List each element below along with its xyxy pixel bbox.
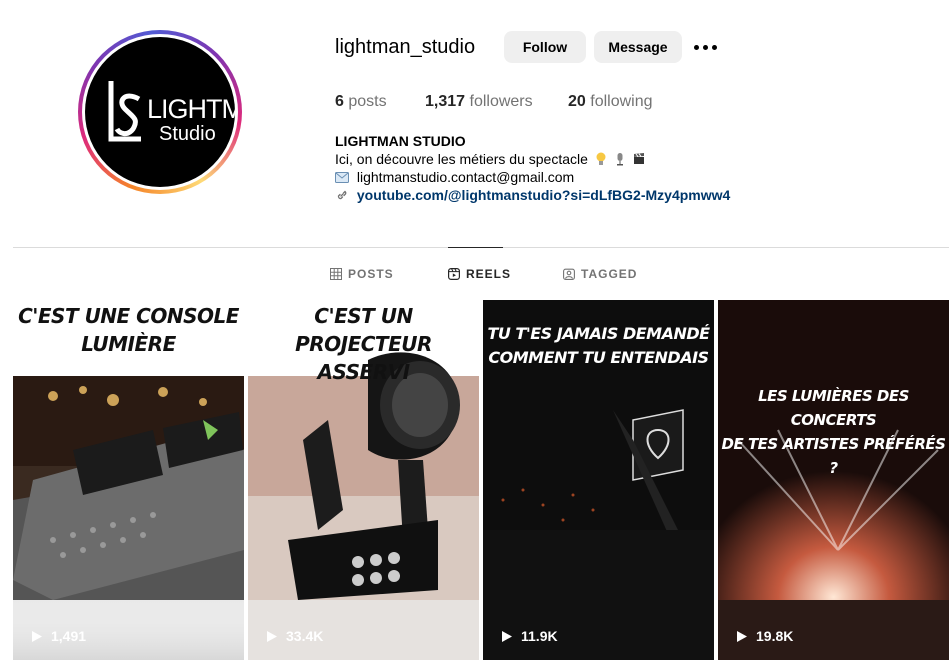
play-icon bbox=[737, 630, 747, 642]
reel-thumbnail-concert-lights bbox=[718, 300, 949, 660]
followers-count: 1,317 bbox=[425, 93, 466, 110]
logo-text-main: LIGHTMAN bbox=[147, 94, 235, 124]
play-icon bbox=[32, 630, 42, 642]
reel-caption-line2: ASSERVI bbox=[317, 360, 410, 384]
following-stat[interactable]: 20 following bbox=[568, 93, 653, 111]
following-count: 20 bbox=[568, 93, 586, 110]
message-button[interactable]: Message bbox=[594, 31, 682, 63]
tab-tagged[interactable]: TAGGED bbox=[563, 267, 637, 281]
reel-caption-line2: COMMENT TU ENTENDAIS bbox=[488, 348, 709, 367]
reel-item[interactable]: TU T'ES JAMAIS DEMANDÉ COMMENT TU ENTEND… bbox=[483, 300, 714, 660]
reel-views-count: 33.4K bbox=[286, 628, 324, 644]
profile-username: lightman_studio bbox=[335, 36, 476, 58]
reel-caption-line1: LES LUMIÈRES DES CONCERTS bbox=[758, 387, 909, 429]
bio-email-line: lightmanstudio.contact@gmail.com bbox=[335, 168, 730, 186]
active-tab-indicator bbox=[448, 247, 503, 248]
reel-views-count: 11.9K bbox=[521, 628, 558, 644]
tab-posts-label: POSTS bbox=[348, 267, 394, 281]
reels-icon bbox=[448, 268, 460, 280]
reel-item[interactable]: C'EST UN PROJECTEUR ASSERVI 33.4K bbox=[248, 300, 479, 660]
posts-count: 6 bbox=[335, 93, 344, 110]
reel-views: 19.8K bbox=[736, 628, 793, 644]
reel-caption: C'EST UNE CONSOLE LUMIÈRE bbox=[13, 302, 244, 358]
followers-stat[interactable]: 1,317 followers bbox=[425, 93, 533, 111]
bio-text: Ici, on découvre les métiers du spectacl… bbox=[335, 151, 588, 167]
clapperboard-icon bbox=[633, 153, 644, 164]
reel-caption: LES LUMIÈRES DES CONCERTS DE TES ARTISTE… bbox=[718, 384, 949, 480]
tab-reels-label: REELS bbox=[466, 267, 512, 281]
tab-posts[interactable]: POSTS bbox=[330, 267, 394, 281]
bio-email: lightmanstudio.contact@gmail.com bbox=[356, 169, 575, 185]
lightbulb-icon bbox=[596, 152, 606, 165]
bio-link[interactable]: youtube.com/@lightmanstudio?si=dLfBG2-Mz… bbox=[357, 187, 730, 203]
logo-mark-icon bbox=[108, 81, 141, 142]
more-options-icon[interactable] bbox=[694, 40, 718, 54]
reel-views-count: 19.8K bbox=[756, 628, 794, 644]
reel-item[interactable]: C'EST UNE CONSOLE LUMIÈRE 1,491 bbox=[13, 300, 244, 660]
play-icon bbox=[267, 630, 277, 642]
reel-caption-line1: C'EST UNE CONSOLE bbox=[18, 304, 239, 328]
reel-caption-line1: TU T'ES JAMAIS DEMANDÉ bbox=[487, 324, 710, 343]
reel-views: 33.4K bbox=[266, 628, 323, 644]
profile-avatar-ring[interactable]: LIGHTMAN Studio bbox=[78, 30, 242, 194]
bio-name: LIGHTMAN STUDIO bbox=[335, 133, 466, 149]
reel-item[interactable]: LES LUMIÈRES DES CONCERTS DE TES ARTISTE… bbox=[718, 300, 949, 660]
bio-link-line: youtube.com/@lightmanstudio?si=dLfBG2-Mz… bbox=[335, 186, 730, 204]
reel-caption-line2: DE TES ARTISTES PRÉFÉRÉS ? bbox=[721, 435, 946, 477]
avatar-gap: LIGHTMAN Studio bbox=[82, 34, 238, 190]
following-label: following bbox=[590, 93, 653, 110]
tab-tagged-label: TAGGED bbox=[581, 267, 638, 281]
play-icon bbox=[502, 630, 512, 642]
grid-icon bbox=[330, 268, 342, 280]
logo-text-sub: Studio bbox=[159, 123, 216, 145]
posts-label: posts bbox=[348, 93, 387, 110]
avatar[interactable]: LIGHTMAN Studio bbox=[85, 37, 235, 187]
reel-views: 11.9K bbox=[501, 628, 558, 644]
link-icon bbox=[337, 190, 347, 200]
microphone-icon bbox=[616, 153, 623, 166]
reel-views-count: 1,491 bbox=[51, 628, 87, 644]
reel-caption: C'EST UN PROJECTEUR ASSERVI bbox=[248, 302, 479, 386]
posts-stat: 6 posts bbox=[335, 93, 387, 111]
reel-views: 1,491 bbox=[31, 628, 86, 644]
envelope-icon bbox=[335, 172, 349, 183]
reel-caption: TU T'ES JAMAIS DEMANDÉ COMMENT TU ENTEND… bbox=[483, 322, 714, 370]
tab-reels[interactable]: REELS bbox=[448, 267, 511, 281]
bio-line: Ici, on découvre les métiers du spectacl… bbox=[335, 150, 730, 168]
tagged-icon bbox=[563, 268, 575, 280]
follow-button[interactable]: Follow bbox=[504, 31, 586, 63]
reel-caption-line1: C'EST UN PROJECTEUR bbox=[295, 304, 432, 356]
followers-label: followers bbox=[469, 93, 533, 110]
reel-caption-line2: LUMIÈRE bbox=[81, 332, 176, 356]
profile-bio: LIGHTMAN STUDIO Ici, on découvre les mét… bbox=[335, 132, 730, 204]
